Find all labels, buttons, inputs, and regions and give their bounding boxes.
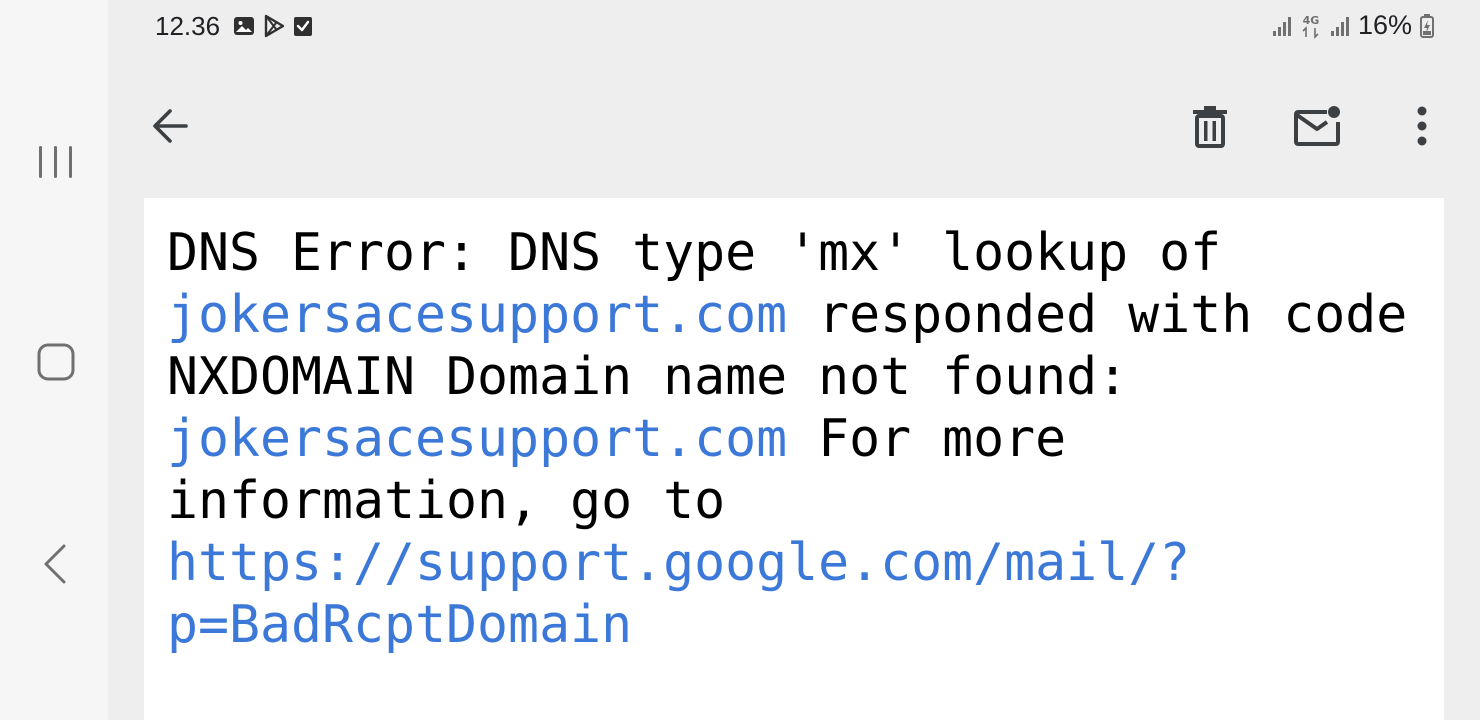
- message-line-1: DNS Error: DNS type 'mx' lookup of: [167, 223, 1222, 283]
- mail-unread-icon: [1294, 106, 1340, 146]
- domain-link[interactable]: jokersacesupport.com: [167, 285, 787, 345]
- more-options-button[interactable]: [1390, 94, 1454, 158]
- mark-unread-button[interactable]: [1286, 94, 1350, 158]
- image-icon: [234, 17, 254, 35]
- system-nav-bar: [0, 0, 108, 720]
- battery-icon: [1420, 13, 1434, 38]
- nav-back-button[interactable]: [22, 530, 90, 598]
- recents-icon: [39, 146, 72, 178]
- battery-percent: 16%: [1357, 10, 1412, 40]
- status-indicators: 4G 16%: [1272, 10, 1434, 41]
- back-button[interactable]: [138, 94, 202, 158]
- status-bar: 12.36 4G 16%: [108, 0, 1480, 56]
- trash-icon: [1193, 106, 1227, 148]
- arrow-left-icon: [153, 109, 188, 143]
- signal-icon: [1330, 16, 1349, 36]
- home-button[interactable]: [22, 328, 90, 396]
- support-link[interactable]: https://support.google.com/mail/?p=BadRc…: [167, 533, 1190, 655]
- email-view: 12.36 4G 16% DNS Error: DNS type 'mx' lo…: [108, 0, 1480, 720]
- notification-icons: [232, 14, 314, 38]
- home-icon: [37, 343, 75, 381]
- message-text: DNS Error: DNS type 'mx' lookup of joker…: [167, 222, 1427, 656]
- svg-text:4G: 4G: [1303, 14, 1320, 27]
- status-time: 12.36: [155, 11, 221, 41]
- network-4g-icon: 4G: [1302, 14, 1320, 39]
- play-store-icon: [264, 14, 285, 38]
- domain-link[interactable]: jokersacesupport.com: [167, 409, 787, 469]
- message-body: DNS Error: DNS type 'mx' lookup of joker…: [144, 198, 1444, 720]
- chevron-left-icon: [44, 544, 66, 584]
- recents-button[interactable]: [22, 128, 90, 196]
- signal-icon: [1272, 16, 1291, 36]
- email-toolbar: [108, 56, 1480, 198]
- checkbox-icon: [294, 17, 312, 36]
- more-vert-icon: [1417, 106, 1427, 146]
- delete-button[interactable]: [1178, 94, 1242, 158]
